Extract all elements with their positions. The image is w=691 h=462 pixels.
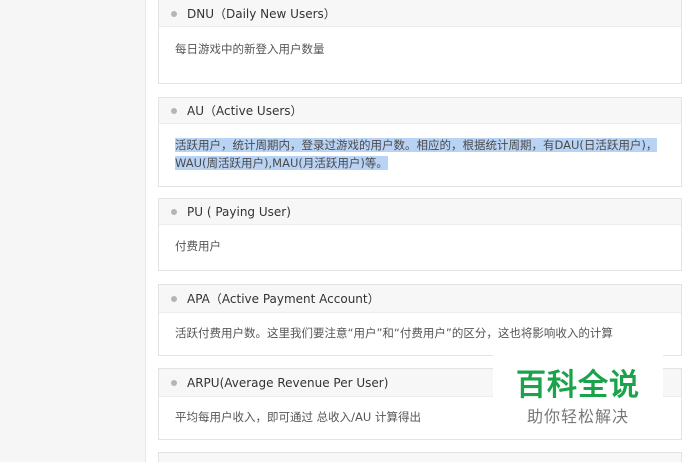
glossary-card-partial bbox=[158, 452, 682, 462]
card-body[interactable]: 每日游戏中的新登入用户数量 bbox=[159, 27, 681, 68]
selected-text[interactable]: 活跃用户，统计周期内，登录过游戏的用户数。相应的，根据统计周期，有DAU(日活跃… bbox=[175, 138, 658, 170]
card-header: PU ( Paying User) bbox=[159, 199, 681, 225]
watermark-logo: 百科全说 助你轻松解决 bbox=[493, 352, 663, 438]
card-title: APA（Active Payment Account） bbox=[187, 292, 380, 306]
card-header bbox=[159, 453, 681, 462]
card-body[interactable]: 活跃付费用户数。这里我们要注意“用户”和“付费用户”的区分，这也将影响收入的计算 bbox=[159, 313, 681, 352]
glossary-card-apa: APA（Active Payment Account） 活跃付费用户数。这里我们… bbox=[158, 284, 682, 356]
glossary-card-dnu: DNU（Daily New Users） 每日游戏中的新登入用户数量 bbox=[158, 0, 682, 84]
card-header: APA（Active Payment Account） bbox=[159, 285, 681, 313]
card-header: DNU（Daily New Users） bbox=[159, 0, 681, 27]
bullet-icon bbox=[171, 295, 177, 302]
watermark-title: 百科全说 bbox=[516, 368, 640, 403]
watermark-subtitle: 助你轻松解决 bbox=[526, 407, 629, 426]
left-sidebar bbox=[0, 0, 145, 462]
card-body[interactable]: 付费用户 bbox=[159, 225, 681, 265]
bullet-icon bbox=[171, 208, 177, 215]
bullet-icon bbox=[171, 379, 177, 386]
card-header: AU（Active Users） bbox=[159, 98, 681, 124]
card-title: AU（Active Users） bbox=[187, 104, 303, 118]
card-title: ARPU(Average Revenue Per User) bbox=[187, 375, 389, 390]
bullet-icon bbox=[171, 107, 177, 114]
glossary-card-pu: PU ( Paying User) 付费用户 bbox=[158, 198, 682, 271]
bullet-icon bbox=[171, 10, 177, 17]
card-title: PU ( Paying User) bbox=[187, 204, 291, 219]
card-title: DNU（Daily New Users） bbox=[187, 7, 336, 21]
card-body[interactable]: 活跃用户，统计周期内，登录过游戏的用户数。相应的，根据统计周期，有DAU(日活跃… bbox=[159, 124, 681, 182]
glossary-card-au: AU（Active Users） 活跃用户，统计周期内，登录过游戏的用户数。相应… bbox=[158, 97, 682, 187]
